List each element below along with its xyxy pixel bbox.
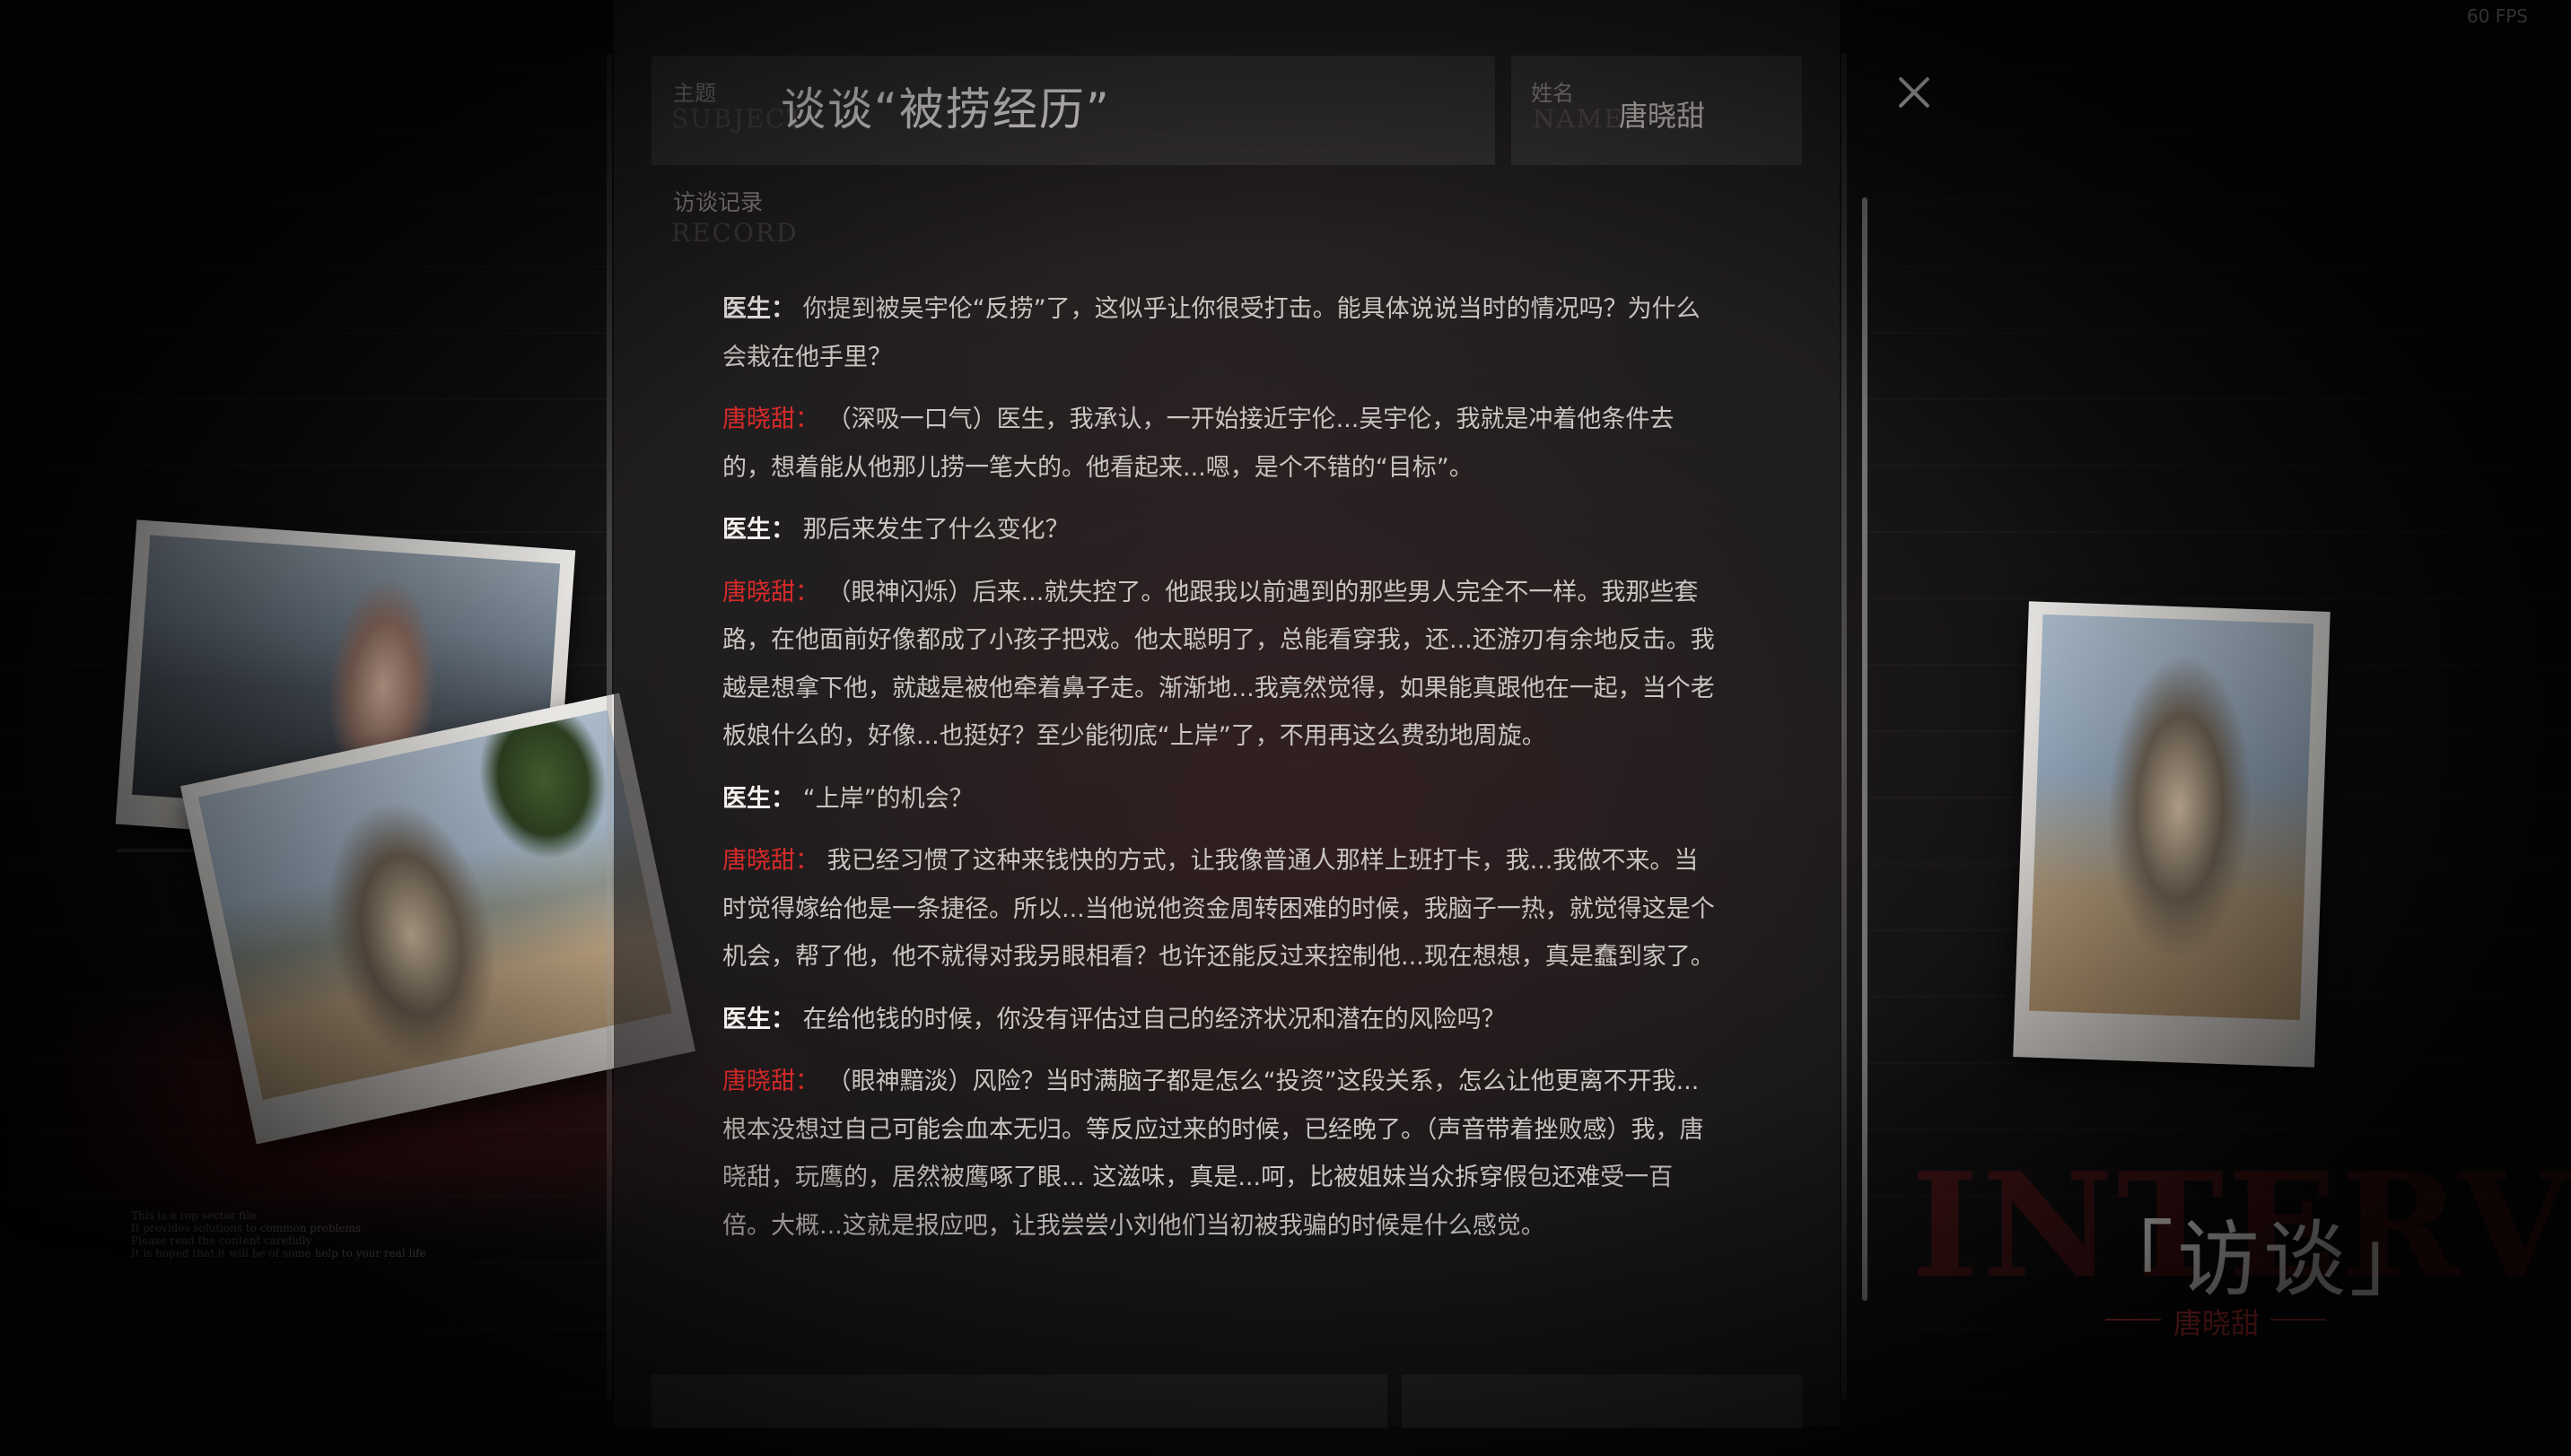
transcript-entry: 医生： 在给他钱的时候，你没有评估过自己的经济状况和潜在的风险吗？ — [722, 996, 1718, 1044]
speaker-doctor: 医生： — [722, 295, 795, 323]
transcript-entry: 医生： “上岸”的机会？ — [722, 775, 1718, 824]
entry-text: （深吸一口气）医生，我承认，一开始接近宇伦...吴宇伦，我就是冲着他条件去的，想… — [722, 405, 1675, 482]
bottom-field-left — [651, 1374, 1387, 1428]
interview-name: 唐晓甜 — [2173, 1306, 2261, 1340]
record-label: 访谈记录 — [673, 189, 764, 215]
notes-line: It is hoped that it will be of some help… — [131, 1247, 426, 1260]
entry-text: 我已经习惯了这种来钱快的方式，让我像普通人那样上班打卡，我...我做不来。当时觉… — [722, 847, 1715, 971]
notes-line: This is a rop sector file — [131, 1209, 257, 1222]
subject-title: 谈谈“被捞经历” — [781, 83, 1111, 135]
speaker-doctor: 医生： — [722, 1005, 795, 1033]
speaker-tang: 唐晓甜： — [722, 1068, 819, 1095]
record-label-en: RECORD — [671, 218, 799, 248]
name-label-en: NAME — [1533, 104, 1624, 134]
transcript-entry: 唐晓甜： （眼神闪烁）后来...就失控了。他跟我以前遇到的那些男人完全不一样。我… — [722, 569, 1718, 761]
entry-text: 在给他钱的时候，你没有评估过自己的经济状况和潜在的风险吗？ — [802, 1005, 1506, 1033]
entry-text: （眼神闪烁）后来...就失控了。他跟我以前遇到的那些男人完全不一样。我那些套路，… — [722, 578, 1715, 751]
notes-text: This is a rop sector file It provides so… — [131, 1209, 508, 1260]
speaker-tang: 唐晓甜： — [722, 405, 819, 433]
interview-title: 「访谈」 — [2091, 1212, 2436, 1308]
transcript-entry: 医生： 那后来发生了什么变化？ — [722, 506, 1718, 554]
close-icon[interactable] — [1892, 70, 1937, 115]
photo-couple-portrait — [2013, 601, 2331, 1068]
speaker-doctor: 医生： — [722, 516, 795, 544]
name-value: 唐晓甜 — [1619, 99, 1706, 133]
subject-label: 主题 — [673, 81, 716, 106]
photo-image — [198, 710, 672, 1101]
notes-line: It provides solutions to common problems — [131, 1222, 362, 1234]
speaker-tang: 唐晓甜： — [722, 847, 819, 875]
speaker-tang: 唐晓甜： — [722, 578, 819, 606]
transcript[interactable]: 医生： 你提到被吴宇伦“反捞”了，这似乎让你很受打击。能具体说说当时的情况吗？为… — [722, 285, 1718, 1264]
entry-text: 那后来发生了什么变化？ — [802, 516, 1070, 544]
decor-line-right — [2270, 1319, 2326, 1321]
panel-rail-left — [607, 54, 612, 1399]
transcript-entry: 唐晓甜： 我已经习惯了这种来钱快的方式，让我像普通人那样上班打卡，我...我做不… — [722, 837, 1718, 981]
speaker-doctor: 医生： — [722, 784, 795, 813]
fps-counter: 60 FPS — [2466, 5, 2528, 27]
entry-text: 你提到被吴宇伦“反捞”了，这似乎让你很受打击。能具体说说当时的情况吗？为什么会栽… — [722, 295, 1701, 371]
transcript-entry: 唐晓甜： （深吸一口气）医生，我承认，一开始接近宇伦...吴宇伦，我就是冲着他条… — [722, 396, 1718, 492]
entry-text: （眼神黯淡）风险？当时满脑子都是怎么“投资”这段关系，怎么让他更离不开我...根… — [722, 1068, 1704, 1240]
bottom-field-right — [1402, 1374, 1802, 1428]
entry-text: “上岸”的机会？ — [802, 784, 974, 813]
name-label: 姓名 — [1531, 81, 1574, 106]
decor-line-left — [2105, 1319, 2161, 1321]
notes-line: Please read the content carefully — [131, 1234, 312, 1247]
transcript-entry: 医生： 你提到被吴宇伦“反捞”了，这似乎让你很受打击。能具体说说当时的情况吗？为… — [722, 285, 1718, 381]
panel-rail-right — [1841, 54, 1847, 1399]
transcript-entry: 唐晓甜： （眼神黯淡）风险？当时满脑子都是怎么“投资”这段关系，怎么让他更离不开… — [722, 1058, 1718, 1250]
transcript-scrollbar[interactable] — [1862, 197, 1867, 1301]
photo-image — [2029, 614, 2314, 1021]
